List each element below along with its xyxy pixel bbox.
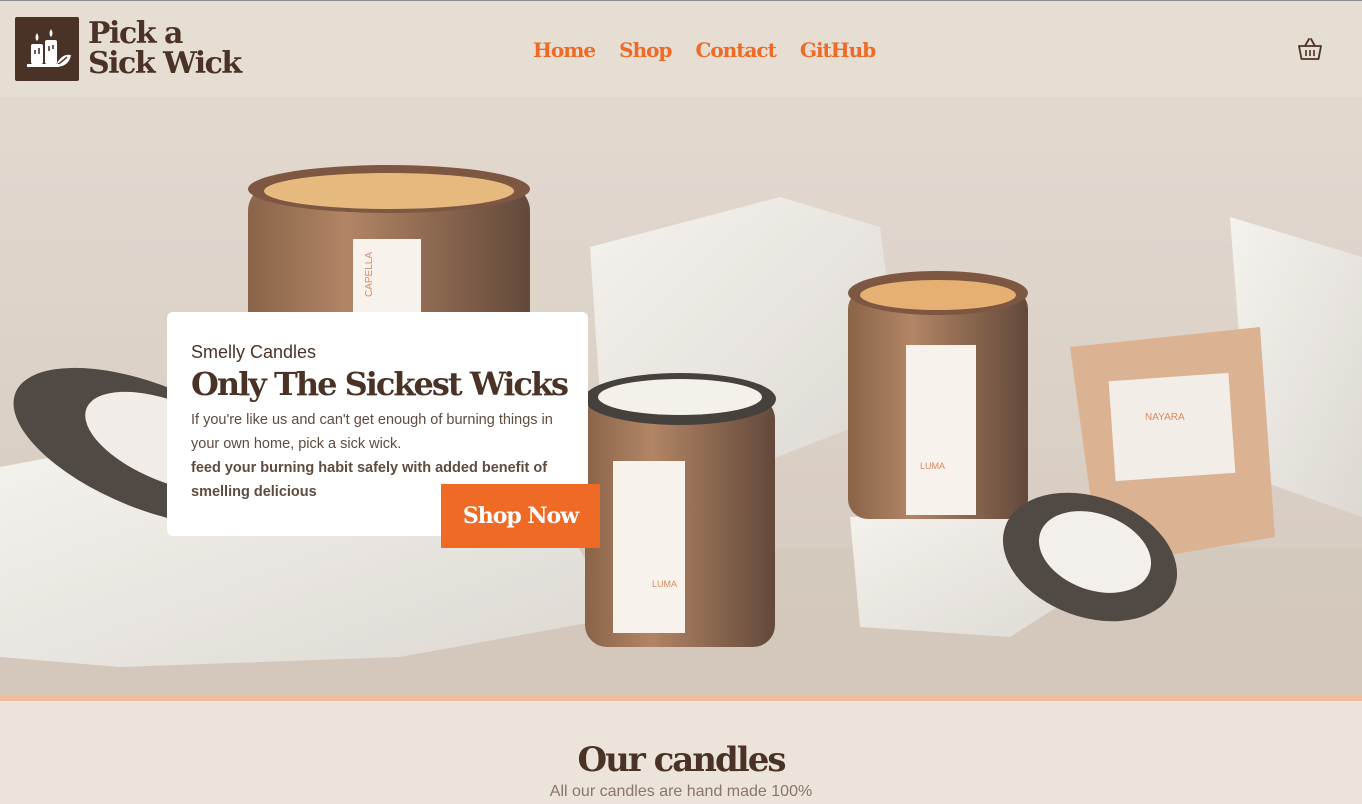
section-title: Our candles — [577, 740, 786, 780]
site-header: Pick a Sick Wick Home Shop Contact GitHu… — [0, 1, 1362, 97]
basket-icon — [1298, 38, 1322, 60]
brand-name[interactable]: Pick a Sick Wick — [88, 16, 242, 81]
hero-divider — [0, 695, 1362, 701]
nav-github[interactable]: GitHub — [800, 35, 876, 65]
main-nav: Home Shop Contact GitHub — [533, 35, 876, 65]
hero-eyebrow: Smelly Candles — [191, 342, 317, 362]
logo[interactable] — [15, 17, 79, 81]
cart-button[interactable] — [1297, 36, 1323, 62]
candles-icon — [27, 29, 71, 67]
nav-contact[interactable]: Contact — [695, 35, 776, 65]
section-subtitle: All our candles are hand made 100% — [549, 783, 813, 800]
hero-headline: Only The Sickest Wicks — [191, 365, 569, 403]
brand-line-2: Sick Wick — [88, 46, 242, 81]
hero-description: If you're like us and can't get enough o… — [191, 412, 553, 452]
brand-line-1: Pick a — [88, 16, 183, 51]
shop-now-button[interactable]: Shop Now — [441, 484, 600, 548]
nav-shop[interactable]: Shop — [619, 35, 672, 65]
nav-home[interactable]: Home — [533, 35, 596, 65]
